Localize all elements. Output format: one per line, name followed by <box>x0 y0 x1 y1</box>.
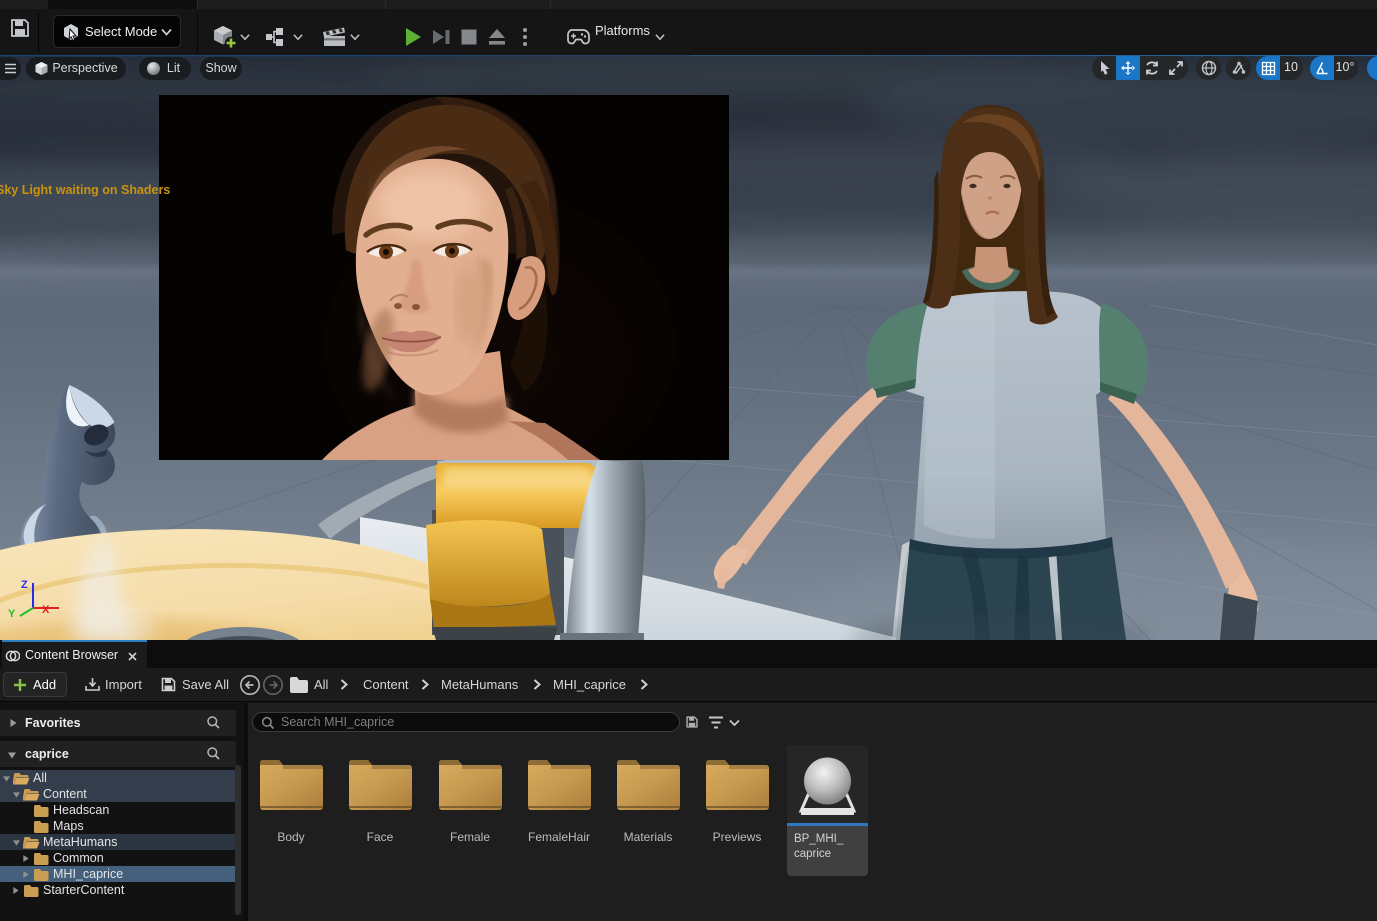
svg-text:Y: Y <box>8 608 16 620</box>
svg-text:X: X <box>42 604 50 616</box>
svg-text:Z: Z <box>21 579 28 591</box>
svg-text:Sky Light waiting on Shaders: Sky Light waiting on Shaders <box>0 183 170 197</box>
